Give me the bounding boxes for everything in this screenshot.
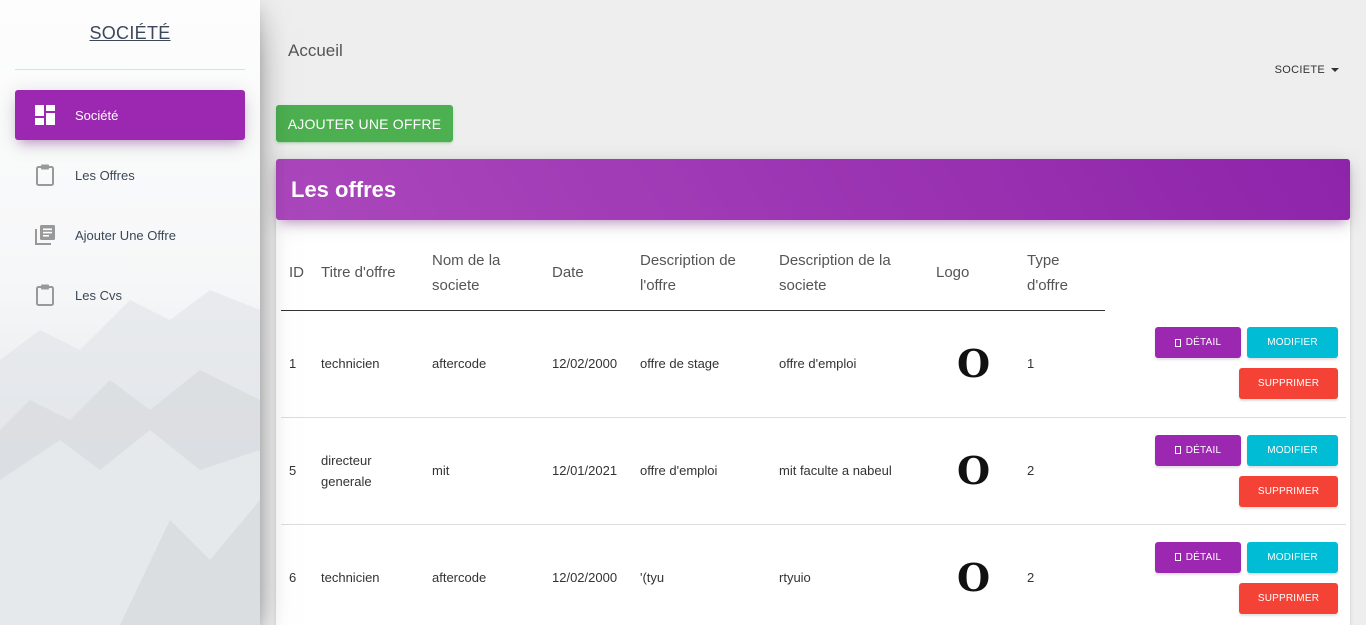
cell-nom: aftercode [424, 524, 544, 625]
cell-date: 12/02/2000 [544, 524, 632, 625]
cell-id: 5 [281, 417, 313, 525]
caret-down-icon [1331, 68, 1339, 72]
cell-titre: technicien [313, 310, 424, 418]
sidebar-item-les-cvs[interactable]: Les Cvs [15, 270, 245, 320]
detail-button-label: DÉTAIL [1185, 444, 1222, 456]
cell-type: 1 [1019, 310, 1105, 418]
column-header-date: Date [544, 236, 632, 311]
company-logo-image: O [956, 340, 991, 386]
user-menu-label: SOCIETE [1274, 64, 1325, 76]
table-header-row: ID Titre d'offre Nom de la societe Date … [281, 236, 1346, 311]
cell-actions: DÉTAIL MODIFIER SUPPRIMER [1105, 524, 1346, 625]
cell-titre: directeur generale [313, 417, 424, 525]
modifier-button[interactable]: MODIFIER [1247, 327, 1338, 359]
main-panel: Accueil SOCIETE AJOUTER UNE OFFRE Les of… [260, 0, 1366, 625]
cell-desc-offre: offre d'emploi [632, 417, 771, 525]
cell-actions: DÉTAIL MODIFIER SUPPRIMER [1105, 310, 1346, 418]
cell-date: 12/02/2000 [544, 310, 632, 418]
column-header-logo: Logo [928, 236, 1019, 311]
column-header-nom: Nom de la societe [424, 236, 544, 311]
cell-date: 12/01/2021 [544, 417, 632, 525]
sidebar-nav: Société Les Offres Ajouter Une Offre Les… [0, 90, 260, 320]
supprimer-button[interactable]: SUPPRIMER [1239, 582, 1338, 614]
supprimer-button[interactable]: SUPPRIMER [1239, 475, 1338, 507]
company-logo-image: O [956, 554, 991, 600]
sidebar-item-les-offres[interactable]: Les Offres [15, 150, 245, 200]
column-header-desc-societe: Description de la societe [771, 236, 928, 311]
column-header-titre: Titre d'offre [313, 236, 424, 311]
brand-link[interactable]: SOCIÉTÉ [89, 23, 170, 44]
cell-desc-offre: offre de stage [632, 310, 771, 418]
cell-logo: O [928, 524, 1019, 625]
breadcrumb[interactable]: Accueil [288, 41, 343, 61]
cell-type: 2 [1019, 417, 1105, 525]
clipboard-icon [35, 284, 55, 306]
sidebar-item-label: Les Offres [75, 167, 135, 183]
detail-button-label: DÉTAIL [1185, 551, 1222, 563]
table-row: 5 directeur generale mit 12/01/2021 offr… [281, 417, 1346, 525]
column-header-type: Type d'offre [1019, 236, 1105, 311]
cell-type: 2 [1019, 524, 1105, 625]
library-books-icon [35, 224, 55, 246]
offers-table: ID Titre d'offre Nom de la societe Date … [281, 236, 1346, 625]
detail-icon [1174, 446, 1181, 454]
add-offer-button[interactable]: AJOUTER UNE OFFRE [276, 105, 453, 142]
sidebar-item-label: Ajouter Une Offre [75, 227, 176, 243]
sidebar-item-societe[interactable]: Société [15, 90, 245, 140]
cell-id: 6 [281, 524, 313, 625]
detail-button-label: DÉTAIL [1185, 337, 1222, 349]
supprimer-button[interactable]: SUPPRIMER [1239, 368, 1338, 400]
cell-logo: O [928, 417, 1019, 525]
column-header-actions [1105, 236, 1346, 310]
column-header-id: ID [281, 236, 313, 311]
detail-button[interactable]: DÉTAIL [1155, 541, 1241, 573]
table-row: 1 technicien aftercode 12/02/2000 offre … [281, 310, 1346, 418]
column-header-desc-offre: Description de l'offre [632, 236, 771, 311]
offers-card: Les offres ID Titre d'offre Nom de la so… [276, 159, 1350, 625]
sidebar-item-ajouter-une-offre[interactable]: Ajouter Une Offre [15, 210, 245, 260]
cell-id: 1 [281, 310, 313, 418]
detail-icon [1174, 553, 1181, 561]
modifier-button[interactable]: MODIFIER [1247, 434, 1338, 466]
cell-desc-offre: '(tyu [632, 524, 771, 625]
clipboard-icon [35, 164, 55, 186]
cell-titre: technicien [313, 524, 424, 625]
cell-actions: DÉTAIL MODIFIER SUPPRIMER [1105, 417, 1346, 525]
brand-divider [15, 69, 245, 70]
cell-nom: mit [424, 417, 544, 525]
detail-icon [1174, 338, 1181, 347]
sidebar: SOCIÉTÉ Société Les Offres Ajouter Une O… [0, 0, 260, 625]
cell-desc-societe: rtyuio [771, 524, 928, 625]
cell-desc-societe: offre d'emploi [771, 310, 928, 418]
detail-button[interactable]: DÉTAIL [1155, 434, 1241, 466]
sidebar-brand: SOCIÉTÉ [0, 0, 260, 70]
dashboard-icon [35, 104, 55, 126]
cell-desc-societe: mit faculte a nabeul [771, 417, 928, 525]
cell-logo: O [928, 310, 1019, 418]
modifier-button[interactable]: MODIFIER [1247, 541, 1338, 573]
cell-nom: aftercode [424, 310, 544, 418]
table-row: 6 technicien aftercode 12/02/2000 '(tyu … [281, 524, 1346, 625]
user-menu-dropdown[interactable]: SOCIETE [1275, 64, 1339, 76]
sidebar-item-label: Société [75, 107, 119, 123]
company-logo-image: O [956, 447, 991, 493]
detail-button[interactable]: DÉTAIL [1155, 327, 1241, 359]
card-title: Les offres [276, 159, 1350, 220]
sidebar-item-label: Les Cvs [75, 287, 122, 303]
